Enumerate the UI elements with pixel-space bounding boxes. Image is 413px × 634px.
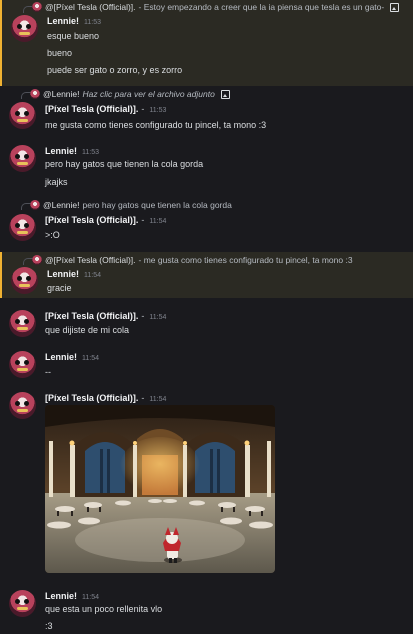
avatar[interactable] [9,310,36,337]
message-header: Lennie! 11:53 [45,146,99,156]
username[interactable]: Lennie! [45,146,77,156]
reply-preview[interactable]: @Lennie! pero hay gatos que tienen la co… [30,198,232,212]
reply-preview[interactable]: @[Píxel Tesla (Official)]. - Estoy empez… [32,0,400,14]
message-text: :3 [45,621,53,631]
message-text: puede ser gato o zorro, y es zorro [47,65,183,75]
reply-mention[interactable]: @Lennie! [43,89,80,99]
message-item[interactable]: Lennie! 11:54 que esta un poco rellenita … [0,585,413,634]
image-attachment[interactable] [45,405,275,573]
message-header: [Píxel Tesla (Official)]. -11:54 [45,215,166,225]
message-item[interactable]: @[Píxel Tesla (Official)]. - Estoy empez… [0,0,413,86]
message-item[interactable]: Lennie! 11:53 pero hay gatos que tienen l… [0,140,413,194]
timestamp: 11:53 [82,149,100,156]
reply-text: - Estoy empezando a creer que la ia pien… [138,2,385,12]
message-header: [Píxel Tesla (Official)]. -11:54 [45,311,166,321]
message-item[interactable]: @Lennie! pero hay gatos que tienen la co… [0,197,413,247]
username[interactable]: [Píxel Tesla (Official)]. [45,311,138,321]
message-text: jkajks [45,177,68,187]
reply-avatar [32,2,42,12]
reply-avatar [30,200,40,210]
user-tag: - [141,104,145,114]
message-text: -- [45,367,51,377]
message-header: [Píxel Tesla (Official)]. -11:53 [45,104,166,114]
user-tag: - [141,393,145,403]
avatar[interactable] [11,15,38,42]
reply-avatar [32,255,42,265]
avatar[interactable] [9,392,36,419]
reply-avatar [30,89,40,99]
timestamp: 11:54 [149,314,167,321]
message-header: Lennie! 11:54 [45,591,99,601]
username[interactable]: Lennie! [47,16,79,26]
timestamp: 11:53 [84,19,102,26]
username[interactable]: Lennie! [45,352,77,362]
message-text: esque bueno [47,31,100,41]
reply-mention[interactable]: @[Píxel Tesla (Official)]. [45,255,136,265]
message-item[interactable]: [Píxel Tesla (Official)]. -11:54 que diji… [0,305,413,341]
avatar[interactable] [11,267,38,294]
message-text: me gusta como tienes configurado tu pinc… [45,120,267,130]
username[interactable]: [Píxel Tesla (Official)]. [45,104,138,114]
message-header: Lennie! 11:54 [47,269,101,279]
timestamp: 11:54 [84,272,102,279]
avatar[interactable] [9,214,36,241]
avatar[interactable] [9,102,36,129]
message-text: que esta un poco rellenita vlo [45,604,163,614]
image-icon [220,89,230,99]
message-text: que dijiste de mi cola [45,325,130,335]
timestamp: 11:54 [149,396,167,403]
reply-text: Haz clic para ver el archivo adjunto [82,89,215,99]
reply-text: pero hay gatos que tienen la cola gorda [82,200,232,210]
avatar[interactable] [9,351,36,378]
image-icon [390,2,400,12]
user-tag: - [141,311,145,321]
timestamp: 11:54 [82,355,100,362]
avatar[interactable] [9,590,36,617]
message-header: Lennie! 11:54 [45,352,99,362]
message-text: pero hay gatos que tienen la cola gorda [45,159,204,169]
message-item[interactable]: @Lennie! Haz clic para ver el archivo ad… [0,86,413,136]
reply-preview[interactable]: @Lennie! Haz clic para ver el archivo ad… [30,87,230,101]
message-text: >:O [45,230,60,240]
timestamp: 11:54 [82,594,100,601]
username[interactable]: Lennie! [47,269,79,279]
message-text: gracie [47,283,72,293]
avatar[interactable] [9,145,36,172]
timestamp: 11:54 [149,218,167,225]
username[interactable]: [Píxel Tesla (Official)]. [45,393,138,403]
timestamp: 11:53 [149,107,167,114]
message-header: [Píxel Tesla (Official)]. -11:54 [45,393,166,403]
reply-mention[interactable]: @[Píxel Tesla (Official)]. [45,2,136,12]
reply-text: - me gusta como tienes configurado tu pi… [138,255,353,265]
ballroom-scene-image [45,405,275,573]
message-header: Lennie! 11:53 [47,16,101,26]
user-tag: - [141,215,145,225]
message-item[interactable]: @[Píxel Tesla (Official)]. - me gusta co… [0,252,413,298]
message-item[interactable]: Lennie! 11:54 -- [0,347,413,383]
username[interactable]: [Píxel Tesla (Official)]. [45,215,138,225]
reply-mention[interactable]: @Lennie! [43,200,80,210]
message-text: bueno [47,48,73,58]
username[interactable]: Lennie! [45,591,77,601]
reply-preview[interactable]: @[Píxel Tesla (Official)]. - me gusta co… [32,253,353,267]
